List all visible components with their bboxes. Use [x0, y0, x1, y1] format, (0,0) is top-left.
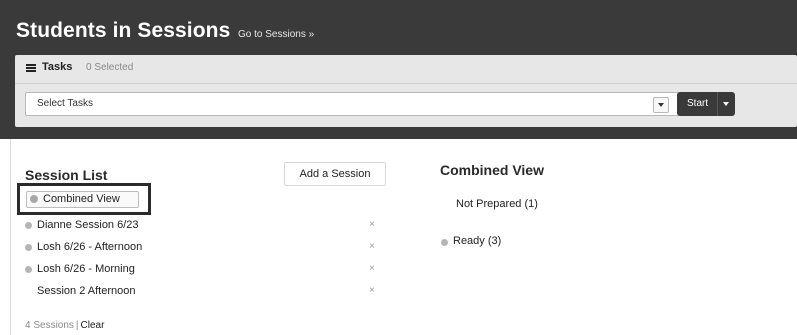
close-icon[interactable]: × — [369, 219, 375, 230]
combined-view-item[interactable]: Combined View — [26, 191, 139, 208]
combined-view-title: Combined View — [440, 162, 544, 178]
dot-icon — [441, 239, 448, 246]
tasks-selected-count: 0 Selected — [86, 62, 134, 73]
session-item-label: Losh 6/26 - Afternoon — [37, 241, 143, 253]
session-list-title: Session List — [25, 167, 108, 183]
chevron-down-icon[interactable] — [723, 102, 729, 106]
session-list-footer: 4 Sessions | Clear — [25, 320, 104, 331]
dot-icon — [30, 195, 38, 203]
start-label: Start — [687, 98, 709, 109]
header-bar: Students in Sessions Go to Sessions » Ta… — [0, 0, 797, 139]
close-icon[interactable]: × — [369, 263, 375, 274]
session-item[interactable]: Session 2 Afternoon × — [25, 283, 385, 301]
session-item-label: Session 2 Afternoon — [37, 285, 136, 297]
session-item[interactable]: Losh 6/26 - Afternoon × — [25, 239, 385, 257]
close-icon[interactable]: × — [369, 241, 375, 252]
list-icon — [26, 64, 36, 72]
session-item[interactable]: Losh 6/26 - Morning × — [25, 261, 385, 279]
dot-icon — [25, 266, 32, 273]
select-tasks-dropdown[interactable]: Select Tasks — [25, 92, 679, 116]
close-icon[interactable]: × — [369, 285, 375, 296]
dot-icon — [25, 244, 32, 251]
combined-view-label: Combined View — [43, 193, 120, 205]
ready-status[interactable]: Ready (3) — [453, 235, 501, 247]
tasks-panel: Tasks 0 Selected Select Tasks Start — [15, 55, 797, 127]
session-count: 4 Sessions — [25, 320, 74, 331]
start-button[interactable]: Start — [677, 92, 735, 116]
tasks-label: Tasks — [42, 61, 73, 73]
split-divider — [717, 92, 718, 116]
page-title: Students in Sessions — [16, 19, 231, 42]
session-item-label: Losh 6/26 - Morning — [37, 263, 135, 275]
footer-separator: | — [75, 320, 79, 331]
add-session-button[interactable]: Add a Session — [284, 162, 386, 186]
clear-link[interactable]: Clear — [81, 320, 105, 331]
session-item-label: Dianne Session 6/23 — [37, 219, 139, 231]
go-to-sessions-link[interactable]: Go to Sessions » — [238, 29, 314, 40]
session-item[interactable]: Dianne Session 6/23 × — [25, 217, 385, 235]
dot-icon — [25, 222, 32, 229]
not-prepared-status[interactable]: Not Prepared (1) — [456, 198, 538, 210]
content-area — [10, 139, 797, 335]
chevron-down-icon[interactable] — [653, 97, 669, 113]
select-tasks-placeholder: Select Tasks — [37, 98, 93, 109]
combined-view-highlight: Combined View — [17, 183, 151, 215]
tasks-header: Tasks 0 Selected — [15, 55, 797, 84]
